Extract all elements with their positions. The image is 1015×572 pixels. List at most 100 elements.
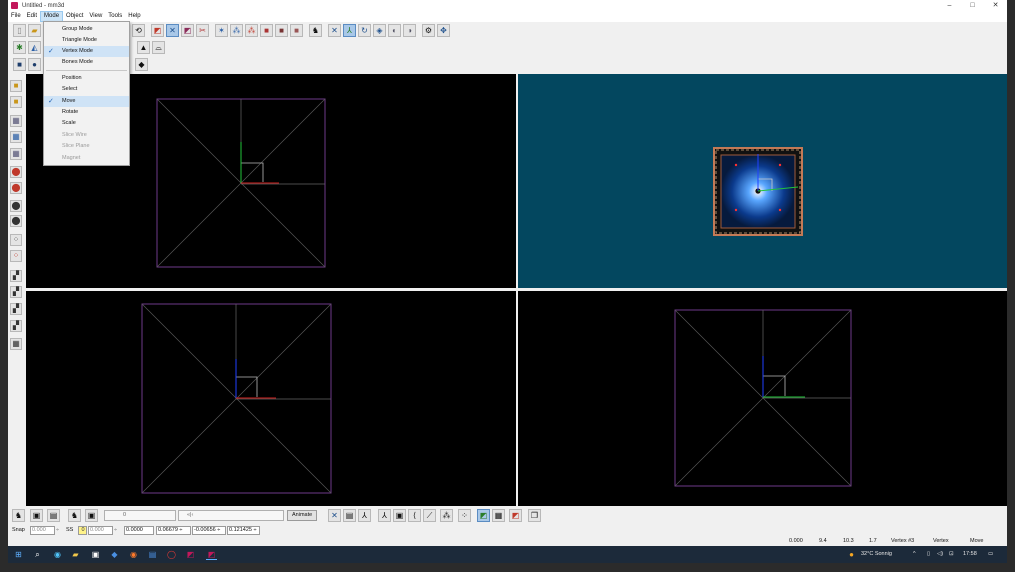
lasso-icon[interactable]: ⟲: [132, 24, 145, 37]
tray-chevron-icon[interactable]: ^: [913, 546, 916, 563]
film-anim-icon[interactable]: ▤: [343, 509, 356, 522]
cube-icon[interactable]: ■: [13, 58, 26, 71]
menu-item-vertex-mode[interactable]: ✓ Vertex Mode: [44, 46, 129, 57]
menu-edit[interactable]: Edit: [24, 11, 40, 22]
coord-y-field[interactable]: -0.00656 ÷: [192, 526, 226, 535]
cube-wire-icon[interactable]: ■: [290, 24, 303, 37]
skeleton-anim2-icon[interactable]: ♞: [68, 509, 81, 522]
viewport-perspective[interactable]: [518, 74, 1007, 288]
new-file-icon[interactable]: ▯: [13, 24, 26, 37]
close-button[interactable]: ✕: [984, 0, 1007, 11]
file-explorer-icon[interactable]: ▰: [70, 549, 81, 560]
menu-item-rotate[interactable]: Rotate: [44, 107, 129, 118]
copy-icon[interactable]: ❐: [528, 509, 541, 522]
grid-view-icon[interactable]: ▞: [10, 270, 22, 282]
network-icon[interactable]: ⊡: [949, 546, 954, 563]
uv-green-icon[interactable]: ◩: [477, 509, 490, 522]
menu-item-position[interactable]: Position: [44, 73, 129, 84]
skeleton-anim-icon[interactable]: ♞: [12, 509, 25, 522]
mm3d-taskbar-icon[interactable]: ◩: [206, 549, 217, 560]
select-mode-icon[interactable]: ✕: [328, 24, 341, 37]
weld-icon[interactable]: ⁂: [230, 24, 243, 37]
menu-item-scale[interactable]: Scale: [44, 118, 129, 129]
timeline-nav[interactable]: «|‹: [178, 510, 284, 521]
frame-slider[interactable]: 0: [104, 510, 176, 521]
branch-icon[interactable]: ⟨: [408, 509, 421, 522]
coord-z-field[interactable]: 0.121425 ÷: [227, 526, 260, 535]
maximize-button[interactable]: □: [961, 0, 984, 11]
face-select-icon[interactable]: ◩: [181, 24, 194, 37]
diamond-icon[interactable]: ◆: [135, 58, 148, 71]
point-red-icon[interactable]: ⁘: [10, 250, 22, 262]
edge-browser-icon[interactable]: ◉: [52, 549, 63, 560]
snap-value2-field[interactable]: 0.000: [88, 526, 113, 535]
shear-icon[interactable]: ◐: [388, 24, 401, 37]
link-icon[interactable]: ⟋: [423, 509, 436, 522]
joint-dark2-icon[interactable]: ⬤: [10, 215, 22, 227]
select-group-icon[interactable]: ■: [10, 96, 22, 108]
snap-value-field[interactable]: 0.000: [30, 526, 55, 535]
add-vertex-icon[interactable]: ✱: [13, 41, 26, 54]
texture-icon[interactable]: ▦: [10, 115, 22, 127]
coord-x-field[interactable]: 0.06679 ÷: [156, 526, 191, 535]
snap-spin2[interactable]: ÷: [114, 526, 117, 535]
cube-dark-icon[interactable]: ■: [275, 24, 288, 37]
save-anim-icon[interactable]: ▣: [30, 509, 43, 522]
grid-view2-icon[interactable]: ▞: [10, 286, 22, 298]
opera-icon[interactable]: ◯: [166, 549, 177, 560]
menu-item-move[interactable]: ✓ Move: [44, 96, 129, 107]
uv-icon[interactable]: ▦: [492, 509, 505, 522]
joint-anim-icon[interactable]: ⅄: [358, 509, 371, 522]
uv-red-icon[interactable]: ◩: [509, 509, 522, 522]
menu-item-group-mode[interactable]: Group Mode: [44, 24, 129, 35]
four-view-icon[interactable]: ▦: [10, 338, 22, 350]
minimize-button[interactable]: –: [938, 0, 961, 11]
taskbar-app-icon[interactable]: ◩: [185, 549, 196, 560]
windows-start-icon[interactable]: ⊞: [13, 549, 24, 560]
bone-anim-icon[interactable]: ⅄: [378, 509, 391, 522]
store-icon[interactable]: ▣: [90, 549, 101, 560]
extrude-icon[interactable]: ▲: [137, 41, 150, 54]
joint-red-icon[interactable]: ⬤: [10, 166, 22, 178]
magnet-icon[interactable]: ◑: [403, 24, 416, 37]
frame-anim-icon[interactable]: ▣: [85, 509, 98, 522]
vertex-select-icon[interactable]: ✕: [166, 24, 179, 37]
pan-icon[interactable]: ✥: [437, 24, 450, 37]
scale-mode-icon[interactable]: ◈: [373, 24, 386, 37]
mail-icon[interactable]: ◆: [109, 549, 120, 560]
menu-item-bones-mode[interactable]: Bones Mode: [44, 57, 129, 68]
snap-value3-field[interactable]: 0.0000: [124, 526, 154, 535]
photos-icon[interactable]: ▤: [147, 549, 158, 560]
select-face-icon[interactable]: ■: [10, 80, 22, 92]
firefox-icon[interactable]: ◉: [128, 549, 139, 560]
search-icon[interactable]: ⌕: [32, 549, 43, 560]
viewport-bottom-right[interactable]: [518, 291, 1007, 506]
bone-icon[interactable]: ✂: [196, 24, 209, 37]
skeleton-icon[interactable]: ♞: [309, 24, 322, 37]
animate-button[interactable]: Animate: [287, 510, 318, 521]
clock-time[interactable]: 17:58: [963, 546, 977, 563]
menu-item-select[interactable]: Select: [44, 84, 129, 95]
grid-view3-icon[interactable]: ▞: [10, 303, 22, 315]
skeleton-blue-icon[interactable]: ✕: [328, 509, 341, 522]
bevel-icon[interactable]: ⌓: [152, 41, 165, 54]
joint-dark-icon[interactable]: ⬤: [10, 200, 22, 212]
ss-value-field[interactable]: 0: [78, 526, 87, 535]
vertex-tool-icon[interactable]: ✶: [215, 24, 228, 37]
rotate-mode-icon[interactable]: ↻: [358, 24, 371, 37]
battery-icon[interactable]: ▯: [927, 546, 930, 563]
move-mode-icon[interactable]: ⅄: [343, 24, 356, 37]
joint-red2-icon[interactable]: ⬤: [10, 182, 22, 194]
film-icon[interactable]: ▤: [47, 509, 60, 522]
menu-item-triangle-mode[interactable]: Triangle Mode: [44, 35, 129, 46]
add-face-icon[interactable]: ◭: [28, 41, 41, 54]
grid-view4-icon[interactable]: ▞: [10, 320, 22, 332]
settings-gear-icon[interactable]: ⚙: [422, 24, 435, 37]
open-folder-icon[interactable]: ▰: [28, 24, 41, 37]
material-icon[interactable]: ▦: [10, 131, 22, 143]
paint-icon[interactable]: ◩: [151, 24, 164, 37]
sphere-icon[interactable]: ●: [28, 58, 41, 71]
menu-file[interactable]: File: [8, 11, 24, 22]
dots2-icon[interactable]: ⁘: [458, 509, 471, 522]
snap-spin[interactable]: ÷: [56, 526, 59, 535]
